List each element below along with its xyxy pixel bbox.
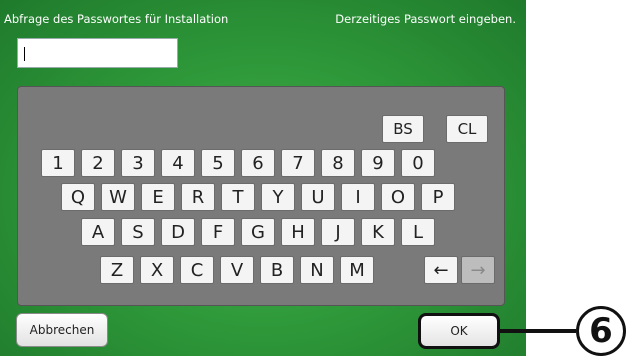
key-a[interactable]: A — [81, 218, 115, 246]
key-p[interactable]: P — [421, 183, 455, 211]
key-m[interactable]: M — [340, 256, 374, 284]
key-e[interactable]: E — [141, 183, 175, 211]
key-o[interactable]: O — [381, 183, 415, 211]
key-y[interactable]: Y — [261, 183, 295, 211]
key-n[interactable]: N — [300, 256, 334, 284]
dialog-prompt: Derzeitiges Passwort eingeben. — [335, 12, 516, 26]
clear-key[interactable]: CL — [446, 115, 488, 143]
cursor-left-key[interactable]: ← — [424, 256, 458, 284]
callout-pointer-line — [500, 329, 576, 333]
password-input[interactable] — [17, 38, 178, 68]
key-r[interactable]: R — [181, 183, 215, 211]
key-t[interactable]: T — [221, 183, 255, 211]
key-2[interactable]: 2 — [81, 149, 115, 177]
dialog-title: Abfrage des Passwortes für Installation — [4, 12, 229, 26]
key-c[interactable]: C — [180, 256, 214, 284]
key-g[interactable]: G — [241, 218, 275, 246]
cancel-button[interactable]: Abbrechen — [16, 313, 108, 347]
onscreen-keyboard: BS CL 1234567890 QWERTYUIOP ASDFGHJKL ZX… — [17, 86, 505, 306]
key-0[interactable]: 0 — [401, 149, 435, 177]
key-9[interactable]: 9 — [361, 149, 395, 177]
key-h[interactable]: H — [281, 218, 315, 246]
key-1[interactable]: 1 — [41, 149, 75, 177]
key-b[interactable]: B — [260, 256, 294, 284]
callout-number-badge: 6 — [576, 306, 626, 356]
cursor-right-key[interactable]: → — [461, 256, 495, 284]
key-w[interactable]: W — [101, 183, 135, 211]
key-l[interactable]: L — [401, 218, 435, 246]
key-d[interactable]: D — [161, 218, 195, 246]
key-8[interactable]: 8 — [321, 149, 355, 177]
ok-button[interactable]: OK — [418, 313, 500, 349]
key-3[interactable]: 3 — [121, 149, 155, 177]
key-5[interactable]: 5 — [201, 149, 235, 177]
key-j[interactable]: J — [321, 218, 355, 246]
key-q[interactable]: Q — [61, 183, 95, 211]
key-6[interactable]: 6 — [241, 149, 275, 177]
key-v[interactable]: V — [220, 256, 254, 284]
key-4[interactable]: 4 — [161, 149, 195, 177]
key-i[interactable]: I — [341, 183, 375, 211]
key-z[interactable]: Z — [100, 256, 134, 284]
password-dialog-screen: Abfrage des Passwortes für Installation … — [0, 0, 526, 356]
key-7[interactable]: 7 — [281, 149, 315, 177]
key-k[interactable]: K — [361, 218, 395, 246]
key-u[interactable]: U — [301, 183, 335, 211]
key-f[interactable]: F — [201, 218, 235, 246]
key-s[interactable]: S — [121, 218, 155, 246]
text-caret — [24, 47, 25, 61]
key-x[interactable]: X — [140, 256, 174, 284]
backspace-key[interactable]: BS — [382, 115, 424, 143]
